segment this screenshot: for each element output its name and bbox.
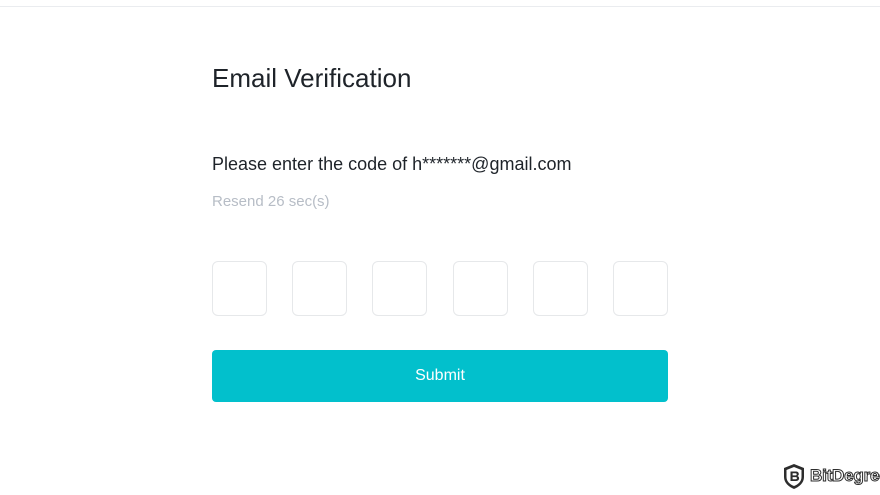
code-digit-4[interactable] (452, 261, 508, 316)
resend-countdown: Resend 26 sec(s) (212, 193, 330, 210)
bitdegree-brand-text: BitDegree (810, 466, 880, 486)
code-digit-3[interactable] (372, 261, 428, 316)
submit-button[interactable]: Submit (212, 350, 668, 402)
top-divider (0, 6, 880, 7)
code-prompt-text: Please enter the code of (212, 154, 408, 174)
bitdegree-watermark: BitDegree (782, 462, 880, 490)
code-digit-1[interactable] (212, 261, 267, 316)
page-title: Email Verification (212, 63, 412, 93)
bitdegree-shield-logo-icon (782, 463, 806, 490)
code-prompt: Please enter the code of h*******@gmail.c… (212, 152, 571, 176)
code-digit-6[interactable] (612, 261, 668, 316)
code-digit-5[interactable] (532, 261, 588, 316)
code-input-group (212, 261, 668, 316)
masked-email: h*******@gmail.com (412, 154, 572, 174)
code-digit-2[interactable] (292, 261, 348, 316)
